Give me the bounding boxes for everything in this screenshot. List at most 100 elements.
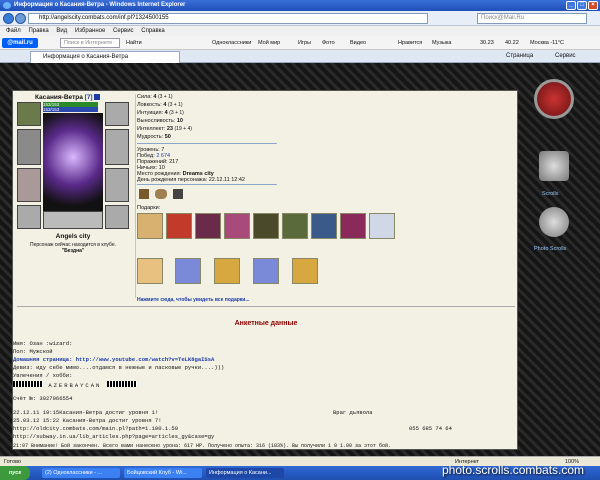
- back-icon[interactable]: [3, 13, 14, 24]
- minimize-button[interactable]: _: [566, 1, 576, 10]
- helmet-slot-icon[interactable]: [17, 102, 41, 126]
- url-input[interactable]: http://angelscity.combats.com/inf.pl?132…: [28, 13, 428, 24]
- task-info[interactable]: Информация о Касани...: [206, 468, 284, 478]
- mana-bar: 153/153: [43, 107, 98, 112]
- gift-icon[interactable]: [175, 258, 201, 284]
- gift-icon[interactable]: [340, 213, 366, 239]
- separator-line-3: [17, 306, 515, 307]
- gift-icon[interactable]: [253, 258, 279, 284]
- start-button[interactable]: пуск: [0, 466, 30, 480]
- profile-name: Имя: Озан :wizard:: [13, 340, 73, 347]
- gift-icon[interactable]: [195, 213, 221, 239]
- log-link[interactable]: http://oldcity.combats.com/main.pl?path=…: [13, 425, 178, 432]
- gift-icon[interactable]: [137, 213, 163, 239]
- toolbar-music[interactable]: Музыка: [432, 36, 451, 50]
- tools-menu[interactable]: Сервис: [555, 50, 576, 63]
- toolbar-likes[interactable]: Нравится: [398, 36, 422, 50]
- gifts-more-link[interactable]: Нажмите сюда, чтобы увидеть все подарки.…: [137, 297, 250, 303]
- status-text: Готово: [4, 459, 21, 465]
- badge-icon-2[interactable]: [155, 189, 167, 199]
- toolbar-odnoklassniki[interactable]: Одноклассники: [212, 36, 251, 50]
- window-titlebar: Информация о Касания-Ветра - Windows Int…: [0, 0, 600, 11]
- profile-hobby-label: Увлечения / хобби:: [13, 372, 73, 379]
- page-menu[interactable]: Страница: [506, 50, 533, 63]
- profile-gender: Пол: Мужской: [13, 348, 53, 355]
- close-button[interactable]: ×: [588, 1, 598, 10]
- stat-intuition: Интуиция: 4 (3 + 1): [137, 110, 184, 116]
- menu-tools[interactable]: Сервис: [113, 28, 134, 34]
- info-birthday: День рождения персонажа: 22.12.11 12:42: [137, 177, 245, 183]
- divider: [135, 94, 136, 298]
- stat-wisdom: Мудрость: 50: [137, 134, 171, 140]
- gift-icon[interactable]: [369, 213, 395, 239]
- profile-homepage[interactable]: Домашняя страница: http://www.youtube.co…: [13, 356, 214, 363]
- ring-slot-icon[interactable]: [105, 102, 129, 126]
- gift-icon[interactable]: [214, 258, 240, 284]
- badge-icon-3[interactable]: [173, 189, 183, 199]
- amulet-slot-icon[interactable]: [43, 211, 103, 229]
- mailru-toolbar: @mail.ru Поиск в Интернете Найти Однокла…: [0, 36, 600, 50]
- gift-icon[interactable]: [166, 213, 192, 239]
- tab-bar: Информация о Касания-Ветра Страница Серв…: [0, 50, 600, 63]
- boots-slot-icon[interactable]: [105, 205, 129, 229]
- profile-hobby: AZERBAYCAN: [13, 381, 137, 389]
- info-icon[interactable]: [94, 94, 101, 101]
- toolbar-video[interactable]: Видео: [350, 36, 366, 50]
- mailru-logo[interactable]: @mail.ru: [2, 38, 38, 48]
- checker-decoration: [106, 381, 137, 387]
- gift-icon[interactable]: [292, 258, 318, 284]
- separator-line-2: [137, 184, 277, 185]
- scrolls-medallion[interactable]: [534, 79, 574, 119]
- menu-bar: Файл Правка Вид Избранное Сервис Справка: [0, 26, 600, 36]
- menu-file[interactable]: Файл: [6, 28, 21, 34]
- task-odnoklassniki[interactable]: (2) Одноклассники - ...: [42, 468, 120, 478]
- tab-current[interactable]: Информация о Касания-Ветра: [30, 51, 180, 63]
- photo-scrolls-link[interactable]: Photo Scrolls: [534, 246, 566, 252]
- menu-view[interactable]: Вид: [56, 28, 67, 34]
- scroll-quill-icon[interactable]: [539, 151, 569, 181]
- gloves-slot-icon[interactable]: [105, 129, 129, 165]
- toolbar-rate-1: 30.23: [480, 40, 494, 46]
- stat-intellect: Интеллект: 23 (19 + 4): [137, 126, 192, 132]
- weapon-slot-icon[interactable]: [17, 168, 41, 202]
- toolbar-photo[interactable]: Фото: [322, 36, 335, 50]
- gift-icon[interactable]: [282, 213, 308, 239]
- character-city: Angels city: [55, 233, 91, 240]
- character-room: "Бездна": [61, 248, 85, 254]
- gift-icon[interactable]: [137, 258, 163, 284]
- forward-icon[interactable]: [15, 13, 26, 24]
- menu-favorites[interactable]: Избранное: [75, 28, 105, 34]
- toolbar-weather: Москва -11°C: [530, 40, 565, 46]
- task-combats[interactable]: Бойцовский Клуб - Wi...: [124, 468, 202, 478]
- stat-strength: Сила: 4 (3 + 1): [137, 94, 173, 100]
- profile-phone: 055 685 74 64: [409, 425, 452, 432]
- separator-line: [137, 143, 277, 144]
- badge-icon-1[interactable]: [139, 189, 149, 199]
- toolbar-moi-mir[interactable]: Мой мир: [258, 36, 280, 50]
- gift-icon[interactable]: [253, 213, 279, 239]
- armor-slot-icon[interactable]: [17, 129, 41, 165]
- ie-icon: [3, 2, 11, 9]
- menu-help[interactable]: Справка: [141, 28, 165, 34]
- menu-edit[interactable]: Правка: [28, 28, 48, 34]
- search-input[interactable]: Поиск@Mail.Ru: [477, 13, 587, 24]
- shield-slot-icon[interactable]: [105, 168, 129, 202]
- stat-endurance: Выносливость: 10: [137, 118, 183, 124]
- character-name-line: Касания-Ветра [7]: [35, 94, 101, 101]
- log-link[interactable]: http://subway.in.ua/lib_articles.php?pag…: [13, 433, 214, 440]
- gift-icon[interactable]: [224, 213, 250, 239]
- toolbar-games[interactable]: Игры: [298, 36, 311, 50]
- scrolls-link[interactable]: Scrolls: [542, 191, 559, 197]
- stat-agility: Ловкость: 4 (3 + 1): [137, 102, 183, 108]
- log-line: 21:07 Внимание! Бой закончен. Всего вами…: [13, 443, 392, 449]
- profile-content: Касания-Ветра [7] 153/153 153/153 Angels…: [12, 90, 518, 450]
- maximize-button[interactable]: □: [577, 1, 587, 10]
- tab-title: Информация о Касания-Ветра: [43, 54, 129, 60]
- find-button[interactable]: Найти: [126, 36, 142, 50]
- toolbar-search-input[interactable]: Поиск в Интернете: [60, 38, 120, 48]
- profile-header: Анкетные данные: [234, 320, 298, 327]
- photo-scroll-icon[interactable]: [539, 207, 569, 237]
- belt-slot-icon[interactable]: [17, 205, 41, 229]
- gift-icon[interactable]: [311, 213, 337, 239]
- window-title: Информация о Касания-Ветра - Windows Int…: [14, 2, 186, 8]
